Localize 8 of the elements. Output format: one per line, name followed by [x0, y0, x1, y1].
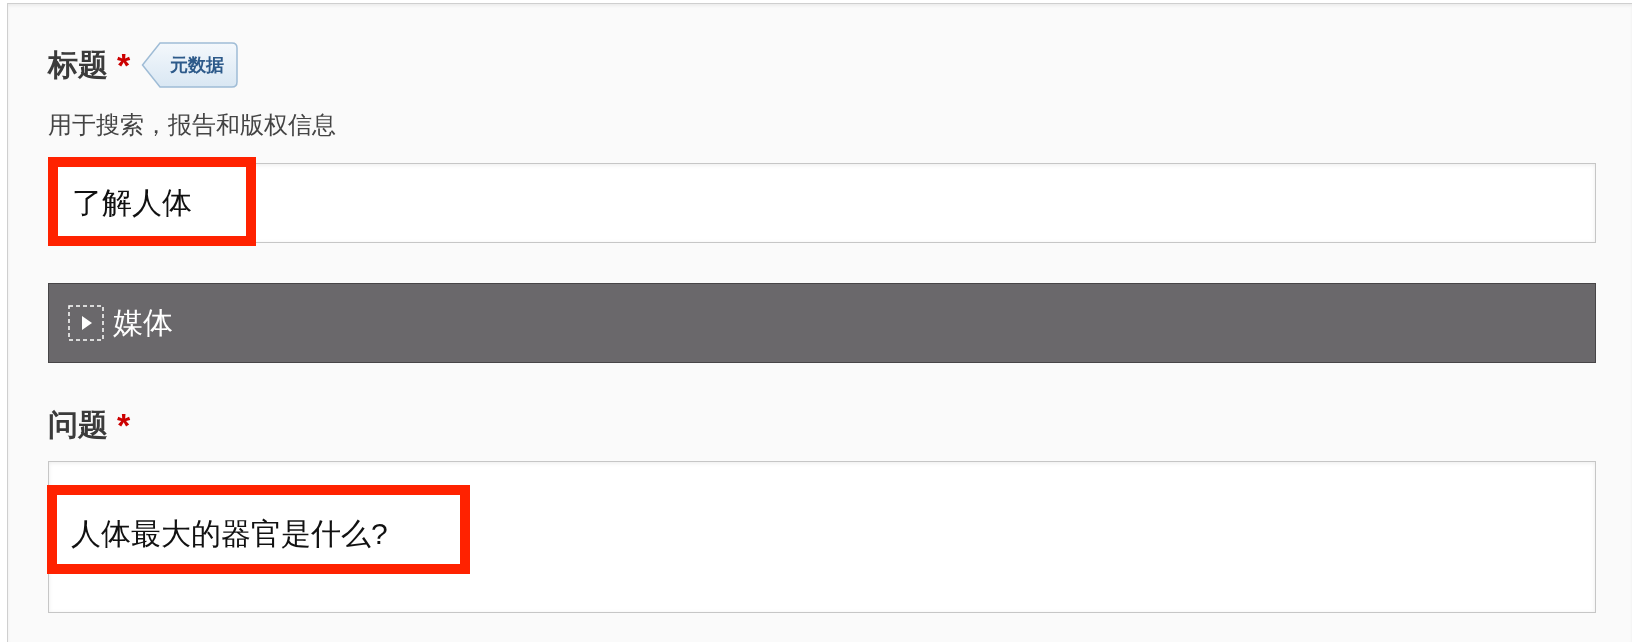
required-mark: *	[117, 408, 131, 442]
field-description: 用于搜索，报告和版权信息	[48, 110, 337, 140]
field-label: 标题	[48, 47, 108, 83]
media-section-header[interactable]: 媒体	[48, 283, 1596, 363]
metadata-tag[interactable]: 元数据	[141, 42, 239, 88]
question-textarea[interactable]: 人体最大的器官是什么?	[48, 461, 1596, 613]
required-mark: *	[117, 48, 131, 82]
field-label: 问题	[48, 407, 108, 443]
